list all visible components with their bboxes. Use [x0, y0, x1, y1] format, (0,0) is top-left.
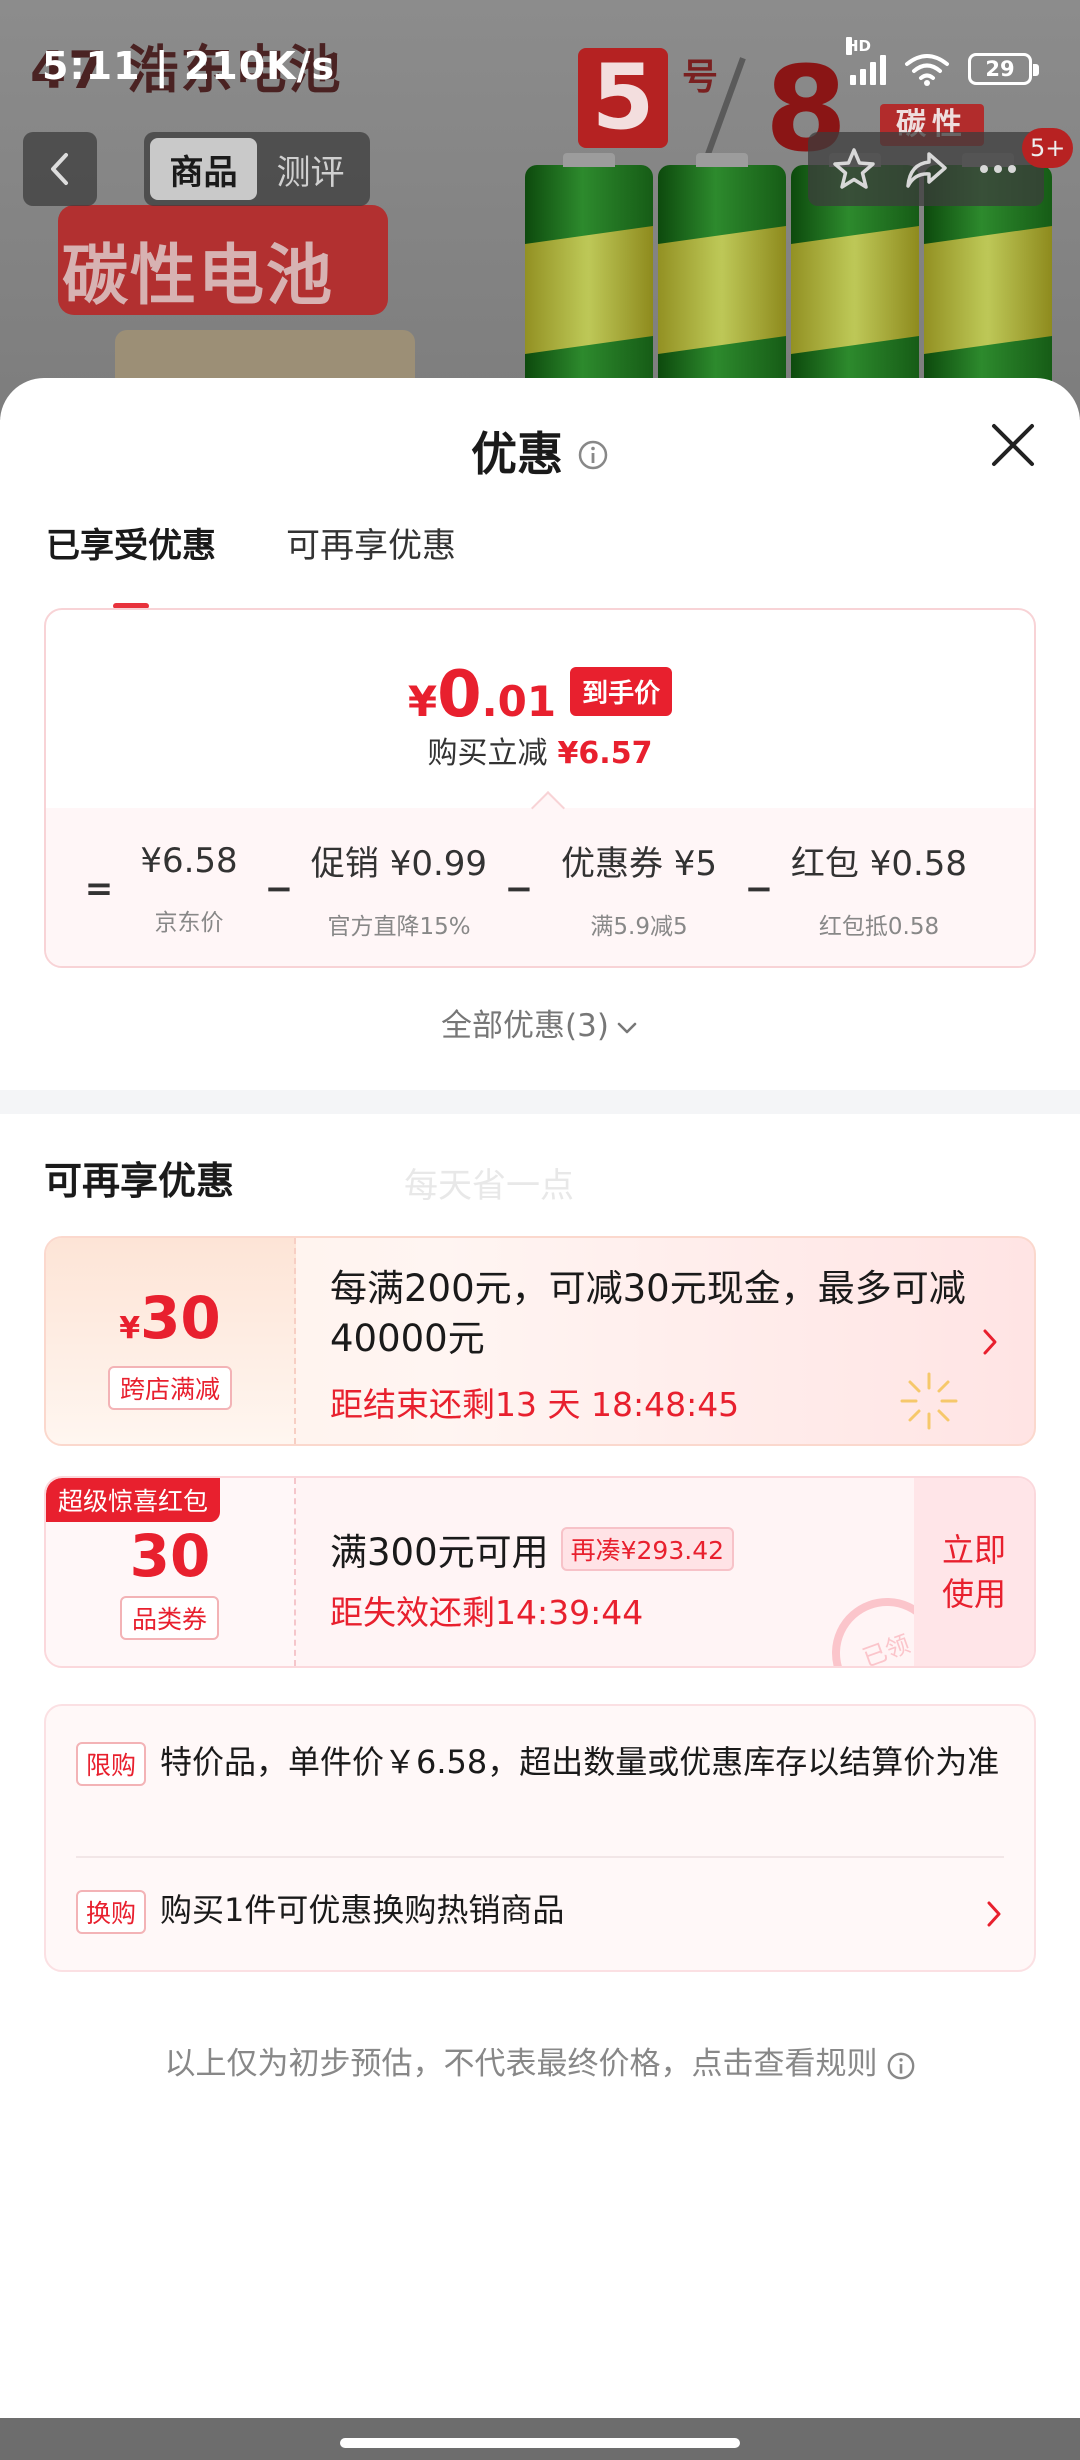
message-badge: 5+	[1022, 128, 1074, 168]
list-price-label: 京东价	[154, 909, 224, 936]
battery-icon: 29	[968, 53, 1039, 85]
wifi-icon	[905, 54, 949, 86]
cross-store-discount-card[interactable]: ¥30 跨店满减 每满200元，可减30元现金，最多可减40000元 距结束还剩…	[44, 1236, 1036, 1446]
red-packet-discount: 红包 ¥0.58 红包抵0.58	[784, 836, 974, 941]
share-button[interactable]	[897, 140, 955, 198]
sheet-title-text: 优惠	[471, 427, 563, 481]
category-coupon-amount: 30	[129, 1522, 211, 1590]
promotion-discount: 促销 ¥0.99 官方直降15%	[304, 836, 494, 941]
red-packet-discount-label: 红包抵0.58	[818, 914, 940, 940]
purchase-limit-tag: 限购	[76, 1742, 147, 1786]
list-price: ¥6.58 京东价	[124, 841, 254, 937]
chevron-down-icon	[617, 1022, 637, 1033]
coupon-discount-value: 优惠券 ¥5	[560, 844, 718, 884]
product-nav-tabs: 商品 测评	[144, 132, 370, 206]
minus-sign: −	[264, 868, 294, 909]
list-price-value: ¥6.58	[140, 840, 238, 881]
star-icon	[833, 148, 875, 189]
status-bar: 5:11 | 210K/s HD 29	[0, 0, 1080, 130]
sparkle-decoration-icon	[900, 1372, 958, 1430]
cross-store-discount-timer: 距结束还剩13 天 18:48:45	[330, 1385, 740, 1424]
category-coupon-amount-panel: 超级惊喜红包 30 品类券	[46, 1478, 296, 1666]
final-price-card: ¥ 0 .01 到手价 购买立减 ¥6.57 = ¥6.58 京东价 − 促销 ¥…	[44, 608, 1036, 968]
chevron-right-icon	[983, 1329, 997, 1355]
promotion-discount-value: 促销 ¥0.99	[310, 844, 488, 884]
reduction-label: 购买立减	[427, 736, 548, 771]
red-packet-discount-value: 红包 ¥0.58	[790, 844, 968, 884]
chevron-left-icon	[51, 153, 68, 185]
all-promotions-toggle[interactable]: 全部优惠(3)	[0, 1000, 1080, 1045]
chevron-right-icon	[987, 1901, 1001, 1927]
pricing-disclaimer-text: 以上仅为初步预估，不代表最终价格，点击查看规则	[164, 2046, 878, 2082]
category-coupon-remaining: 再凑¥293.42	[560, 1527, 735, 1571]
product-title-text: 碳性电池	[62, 237, 334, 314]
section-divider	[0, 1090, 1080, 1114]
network-label: HD	[846, 37, 872, 55]
close-icon[interactable]	[988, 420, 1038, 470]
purchase-limit-text: 特价品，单件价￥6.58，超出数量或优惠库存以结算价为准	[160, 1743, 1000, 1781]
minus-sign: −	[504, 868, 534, 909]
cross-store-discount-description: 每满200元，可减30元现金，最多可减40000元	[330, 1267, 966, 1360]
more-dots-icon	[980, 165, 1016, 173]
more-promotions-title: 可再享优惠	[44, 1159, 235, 1203]
super-surprise-ribbon: 超级惊喜红包	[46, 1478, 221, 1522]
navigation-bar	[0, 2418, 1080, 2460]
sheet-title: 优惠	[0, 418, 1080, 484]
category-coupon-condition-text: 满300元可用	[330, 1531, 549, 1574]
promotion-discount-label: 官方直降15%	[327, 914, 471, 940]
final-price: ¥ 0 .01 到手价	[46, 658, 1034, 732]
cross-store-discount-amount: ¥30	[46, 1284, 294, 1352]
price-calculation: = ¥6.58 京东价 − 促销 ¥0.99 官方直降15% − 优惠券 ¥5 …	[46, 836, 1034, 941]
price-decimal: .01	[481, 677, 557, 726]
tab-product[interactable]: 商品	[150, 138, 257, 200]
tab-more-promotions[interactable]: 可再享优惠	[286, 518, 456, 567]
tab-reviews[interactable]: 测评	[257, 138, 364, 200]
all-promotions-label: 全部优惠(3)	[441, 1008, 609, 1044]
home-indicator[interactable]	[340, 2438, 740, 2448]
use-now-button[interactable]: 立即使用	[914, 1478, 1034, 1666]
pricing-disclaimer[interactable]: 以上仅为初步预估，不代表最终价格，点击查看规则	[0, 2038, 1080, 2083]
status-time: 5:11 | 210K/s	[42, 44, 336, 88]
amount-currency: ¥	[119, 1311, 141, 1346]
category-coupon-timer: 距失效还剩14:39:44	[330, 1593, 644, 1632]
more-button[interactable]	[969, 140, 1027, 198]
final-price-badge: 到手价	[570, 667, 673, 716]
status-icons: HD 29	[846, 37, 1039, 86]
product-actions	[808, 132, 1044, 206]
cross-store-discount-amount-panel: ¥30 跨店满减	[46, 1238, 296, 1444]
coupon-discount-label: 满5.9减5	[590, 914, 688, 940]
reduction-value: ¥6.57	[557, 736, 653, 771]
category-coupon-condition: 满300元可用 再凑¥293.42	[330, 1522, 735, 1576]
purchase-limit-rule: 限购 特价品，单件价￥6.58，超出数量或优惠库存以结算价为准	[76, 1738, 1004, 1786]
promotion-tabs: 已享受优惠 可再享优惠	[46, 518, 456, 609]
final-price-summary: ¥ 0 .01 到手价 购买立减 ¥6.57	[46, 610, 1034, 808]
info-icon	[887, 2052, 914, 2079]
rule-separator	[76, 1856, 1004, 1858]
instant-reduction: 购买立减 ¥6.57	[46, 728, 1034, 772]
promotion-sheet: 优惠 已享受优惠 可再享优惠 ¥ 0 .01 到手价 购买立减 ¥6.57 =	[0, 378, 1080, 2418]
category-coupon-card: 超级惊喜红包 30 品类券 满300元可用 再凑¥293.42 距失效还剩14:…	[44, 1476, 1036, 1668]
amount-value: 30	[140, 1284, 221, 1352]
signal-icon: HD	[846, 37, 886, 85]
tab-enjoyed-promotions[interactable]: 已享受优惠	[46, 518, 216, 609]
price-integer: 0	[437, 658, 482, 732]
cross-store-discount-tag: 跨店满减	[108, 1366, 233, 1410]
equals-sign: =	[84, 868, 114, 909]
price-currency: ¥	[407, 677, 438, 726]
purchase-rules: 限购 特价品，单件价￥6.58，超出数量或优惠库存以结算价为准 换购 购买1件可…	[44, 1704, 1036, 1972]
share-icon	[906, 152, 947, 188]
watermark-text: 每天省一点	[404, 1166, 574, 1206]
back-button[interactable]	[23, 132, 97, 206]
minus-sign: −	[744, 868, 774, 909]
trade-in-rule[interactable]: 换购 购买1件可优惠换购热销商品	[76, 1886, 1004, 1934]
product-page-background: 47 浩东电池 5 号 8 碳性 碳性电池 5:11 | 210K/s HD 2…	[0, 0, 1080, 420]
info-icon[interactable]	[577, 439, 609, 471]
trade-in-tag: 换购	[76, 1890, 147, 1934]
price-breakdown: = ¥6.58 京东价 − 促销 ¥0.99 官方直降15% − 优惠券 ¥5 …	[46, 808, 1034, 966]
coupon-discount: 优惠券 ¥5 满5.9减5	[544, 836, 734, 941]
favorite-button[interactable]	[825, 140, 883, 198]
category-coupon-tag: 品类券	[120, 1596, 220, 1640]
trade-in-text: 购买1件可优惠换购热销商品	[160, 1891, 565, 1929]
